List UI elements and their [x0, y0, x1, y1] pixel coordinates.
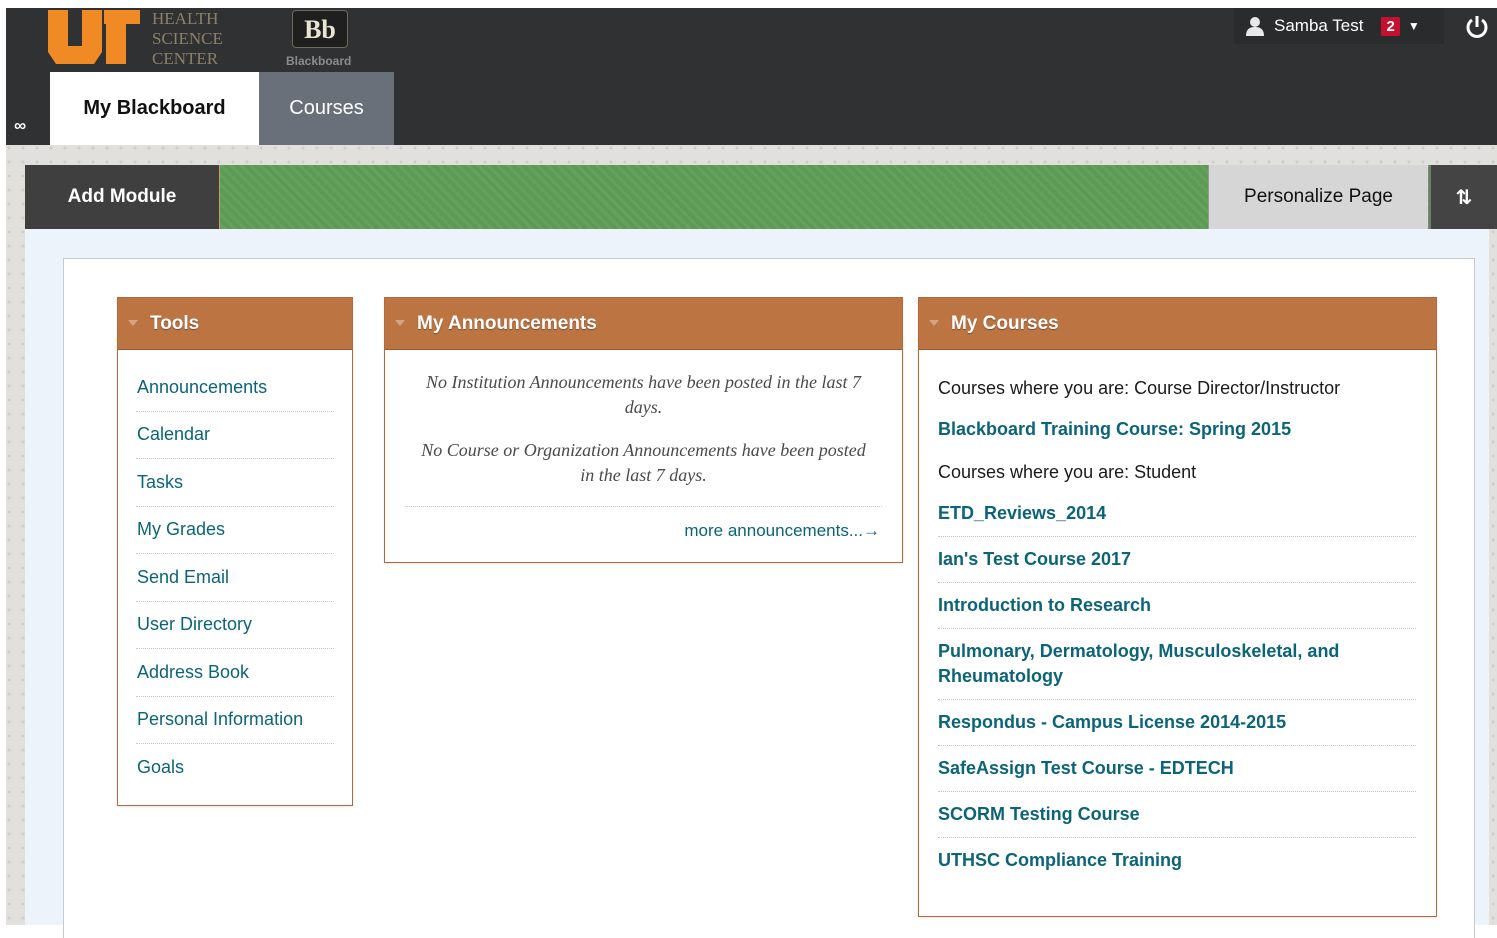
add-module-button[interactable]: Add Module — [25, 165, 220, 229]
person-icon — [1246, 17, 1264, 36]
tool-link-my-grades[interactable]: My Grades — [137, 519, 225, 540]
reorder-icon[interactable]: ⇅ — [1429, 165, 1497, 229]
list-item: Send Email — [136, 554, 334, 602]
list-item: Goals — [136, 744, 334, 792]
tools-module: Tools Announcements Calendar Tasks My Gr… — [117, 297, 353, 806]
announcements-module: My Announcements No Institution Announce… — [384, 297, 903, 563]
list-item: Announcements — [136, 364, 334, 412]
module-action-bar: Add Module Personalize Page ⇅ — [25, 165, 1497, 229]
tool-link-address-book[interactable]: Address Book — [137, 662, 249, 683]
svg-text:SCIENCE: SCIENCE — [152, 29, 223, 48]
student-courses-heading: Courses where you are: Student — [938, 462, 1197, 482]
main-tabs: My Blackboard Courses — [50, 72, 394, 145]
module-title: Tools — [150, 312, 200, 334]
tool-link-calendar[interactable]: Calendar — [137, 424, 210, 445]
course-link-pulmonary[interactable]: Pulmonary, Dermatology, Musculoskeletal,… — [938, 629, 1416, 700]
tools-list: Announcements Calendar Tasks My Grades S… — [136, 364, 334, 792]
svg-text:HEALTH: HEALTH — [152, 9, 218, 28]
tool-link-announcements[interactable]: Announcements — [137, 377, 267, 398]
caret-down-icon[interactable]: ▼ — [1408, 19, 1420, 33]
tool-link-send-email[interactable]: Send Email — [137, 567, 229, 588]
list-item: My Grades — [136, 507, 334, 554]
course-announcement-message: No Course or Organization Announcements … — [421, 440, 866, 485]
my-courses-module: My Courses Courses where you are: Course… — [918, 297, 1437, 917]
link-icon[interactable]: ∞ — [14, 116, 32, 138]
personalize-page-button[interactable]: Personalize Page — [1208, 165, 1428, 229]
divider — [405, 506, 882, 507]
list-item: Tasks — [136, 459, 334, 507]
module-title: My Announcements — [417, 312, 597, 334]
tools-module-header[interactable]: Tools — [118, 298, 352, 350]
ut-health-science-center-logo[interactable]: HEALTH SCIENCE CENTER — [48, 8, 238, 70]
svg-text:CENTER: CENTER — [152, 49, 219, 68]
collapse-triangle-icon[interactable] — [128, 320, 138, 326]
tab-courses[interactable]: Courses — [259, 72, 394, 145]
list-item: User Directory — [136, 602, 334, 649]
bb-mark: Bb — [292, 10, 348, 48]
power-icon[interactable] — [1464, 14, 1490, 40]
courses-list: Courses where you are: Course Director/I… — [938, 368, 1416, 883]
tool-link-tasks[interactable]: Tasks — [137, 472, 183, 493]
tool-link-personal-information[interactable]: Personal Information — [137, 709, 303, 730]
tool-link-goals[interactable]: Goals — [137, 757, 184, 778]
institution-announcement-message: No Institution Announcements have been p… — [425, 372, 862, 417]
my-courses-module-header[interactable]: My Courses — [919, 298, 1436, 350]
course-link-scorm[interactable]: SCORM Testing Course — [938, 792, 1416, 838]
announcements-module-header[interactable]: My Announcements — [385, 298, 902, 350]
bb-label: Blackboard — [286, 54, 352, 68]
list-item: Personal Information — [136, 697, 334, 744]
course-link-blackboard-training[interactable]: Blackboard Training Course: Spring 2015 — [938, 407, 1416, 452]
list-item: Calendar — [136, 412, 334, 459]
list-item: Address Book — [136, 649, 334, 697]
module-title: My Courses — [951, 312, 1059, 334]
course-link-ians-test-course[interactable]: Ian's Test Course 2017 — [938, 537, 1416, 583]
tool-link-user-directory[interactable]: User Directory — [137, 614, 252, 635]
collapse-triangle-icon[interactable] — [395, 320, 405, 326]
course-link-respondus[interactable]: Respondus - Campus License 2014-2015 — [938, 700, 1416, 746]
course-link-safeassign[interactable]: SafeAssign Test Course - EDTECH — [938, 746, 1416, 792]
tab-my-blackboard[interactable]: My Blackboard — [50, 72, 259, 145]
instructor-courses-heading: Courses where you are: Course Director/I… — [938, 378, 1341, 398]
course-link-intro-research[interactable]: Introduction to Research — [938, 583, 1416, 629]
top-header: HEALTH SCIENCE CENTER Bb Blackboard Samb… — [6, 8, 1497, 145]
collapse-triangle-icon[interactable] — [929, 320, 939, 326]
user-name: Samba Test — [1274, 16, 1364, 35]
blackboard-logo[interactable]: Bb Blackboard — [282, 8, 366, 70]
user-menu[interactable]: Samba Test 2 ▼ — [1234, 8, 1444, 44]
course-link-etd-reviews[interactable]: ETD_Reviews_2014 — [938, 491, 1416, 537]
notification-badge[interactable]: 2 — [1381, 16, 1400, 36]
more-announcements-link[interactable]: more announcements...→ — [385, 521, 880, 541]
course-link-uthsc-compliance[interactable]: UTHSC Compliance Training — [938, 838, 1416, 883]
